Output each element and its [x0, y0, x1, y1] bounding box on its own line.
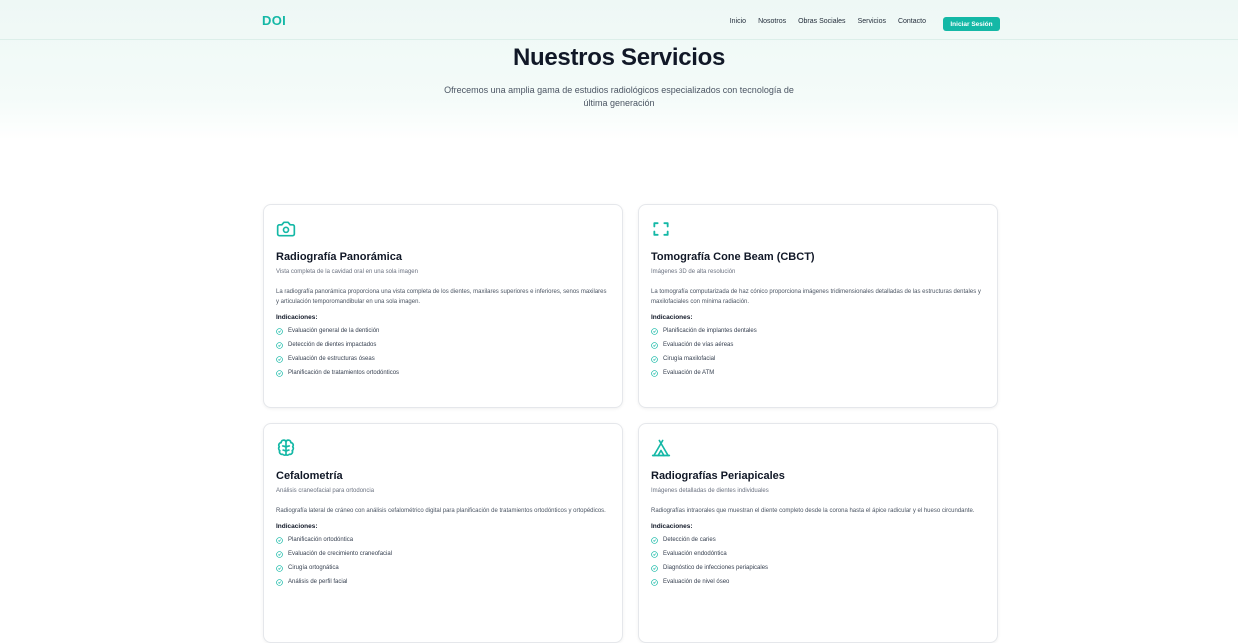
service-title: Tomografía Cone Beam (CBCT) [651, 251, 815, 263]
brain-icon [277, 439, 295, 456]
camera-icon [276, 221, 296, 237]
navbar: DOI Inicio Nosotros Obras Sociales Servi… [0, 0, 1238, 40]
check-circle-icon [651, 341, 658, 349]
list-item: Planificación ortodóntica [276, 533, 610, 547]
service-subtitle: Imágenes detalladas de dientes individua… [651, 488, 769, 494]
service-subtitle: Imágenes 3D de alta resolución [651, 269, 736, 275]
service-card-cefalometria: Cefalometría Análisis craneofacial para … [263, 423, 623, 643]
service-description: Radiografía lateral de cráneo con anális… [276, 508, 606, 514]
indications-heading: Indicaciones: [651, 523, 693, 530]
nav-link-nosotros[interactable]: Nosotros [758, 18, 786, 25]
indication-text: Planificación ortodóntica [288, 537, 354, 543]
check-circle-icon [651, 369, 658, 377]
service-card-cbct: Tomografía Cone Beam (CBCT) Imágenes 3D … [638, 204, 998, 408]
check-circle-icon [276, 369, 283, 377]
check-circle-icon [276, 355, 283, 363]
indication-text: Evaluación endodóntica [663, 551, 727, 557]
indications-heading: Indicaciones: [276, 314, 318, 321]
indication-text: Evaluación de vías aéreas [663, 342, 734, 348]
service-description: La tomografía computarizada de haz cónic… [651, 289, 981, 305]
service-card-periapicales: Radiografías Periapicales Imágenes detal… [638, 423, 998, 643]
indication-text: Evaluación de estructuras óseas [288, 356, 375, 362]
list-item: Evaluación de vías aéreas [651, 338, 985, 352]
indication-text: Análisis de perfil facial [288, 579, 348, 585]
check-circle-icon [276, 550, 283, 558]
indication-text: Evaluación de ATM [663, 370, 715, 376]
nav-link-obras-sociales[interactable]: Obras Sociales [798, 18, 845, 25]
indications-list: Detección de caries Evaluación endodónti… [651, 533, 985, 589]
indication-text: Evaluación de crecimiento craneofacial [288, 551, 393, 557]
list-item: Evaluación de estructuras óseas [276, 352, 610, 366]
list-item: Planificación de implantes dentales [651, 324, 985, 338]
service-title: Radiografía Panorámica [276, 251, 402, 263]
list-item: Evaluación de ATM [651, 366, 985, 380]
check-circle-icon [276, 341, 283, 349]
check-circle-icon [276, 564, 283, 572]
service-description: La radiografía panorámica proporciona un… [276, 289, 607, 305]
nav-links: Inicio Nosotros Obras Sociales Servicios… [730, 18, 926, 25]
service-card-panoramica: Radiografía Panorámica Vista completa de… [263, 204, 623, 408]
indication-text: Cirugía maxilofacial [663, 356, 716, 362]
list-item: Cirugía maxilofacial [651, 352, 985, 366]
indication-text: Planificación de implantes dentales [663, 328, 757, 334]
check-circle-icon [651, 550, 658, 558]
check-circle-icon [651, 564, 658, 572]
service-title: Radiografías Periapicales [651, 470, 785, 482]
page-subtitle: Ofrecemos una amplia gama de estudios ra… [444, 85, 794, 108]
indication-text: Detección de caries [663, 537, 716, 543]
indications-heading: Indicaciones: [276, 523, 318, 530]
list-item: Evaluación endodóntica [651, 547, 985, 561]
indication-text: Cirugía ortognática [288, 565, 339, 571]
list-item: Diagnóstico de infecciones periapicales [651, 561, 985, 575]
list-item: Evaluación de nivel óseo [651, 575, 985, 589]
indication-text: Evaluación de nivel óseo [663, 579, 730, 585]
login-button[interactable]: Iniciar Sesión [943, 17, 1000, 31]
check-circle-icon [651, 355, 658, 363]
list-item: Detección de dientes impactados [276, 338, 610, 352]
check-circle-icon [651, 536, 658, 544]
indication-text: Evaluación general de la dentición [288, 328, 380, 334]
list-item: Evaluación de crecimiento craneofacial [276, 547, 610, 561]
indication-text: Planificación de tratamientos ortodóntic… [288, 370, 400, 376]
page-title: Nuestros Servicios [512, 44, 726, 71]
check-circle-icon [651, 578, 658, 586]
indication-text: Detección de dientes impactados [288, 342, 377, 348]
indications-heading: Indicaciones: [651, 314, 693, 321]
list-item: Planificación de tratamientos ortodóntic… [276, 366, 610, 380]
indication-text: Diagnóstico de infecciones periapicales [663, 565, 769, 571]
list-item: Detección de caries [651, 533, 985, 547]
nav-link-inicio[interactable]: Inicio [730, 18, 746, 25]
service-title: Cefalometría [276, 470, 343, 482]
indications-list: Planificación de implantes dentales Eval… [651, 324, 985, 380]
indications-list: Planificación ortodóntica Evaluación de … [276, 533, 610, 589]
check-circle-icon [276, 536, 283, 544]
nav-link-servicios[interactable]: Servicios [858, 18, 886, 25]
list-item: Cirugía ortognática [276, 561, 610, 575]
check-circle-icon [276, 327, 283, 335]
check-circle-icon [276, 578, 283, 586]
logo[interactable]: DOI [262, 13, 286, 28]
list-item: Análisis de perfil facial [276, 575, 610, 589]
nav-link-contacto[interactable]: Contacto [898, 18, 926, 25]
list-item: Evaluación general de la dentición [276, 324, 610, 338]
service-subtitle: Análisis craneofacial para ortodoncia [276, 488, 375, 494]
service-subtitle: Vista completa de la cavidad oral en una… [276, 269, 418, 275]
tent-icon [651, 439, 671, 457]
check-circle-icon [651, 327, 658, 335]
scan-icon [653, 222, 669, 236]
service-description: Radiografías intraorales que muestran el… [651, 508, 975, 514]
indications-list: Evaluación general de la dentición Detec… [276, 324, 610, 380]
